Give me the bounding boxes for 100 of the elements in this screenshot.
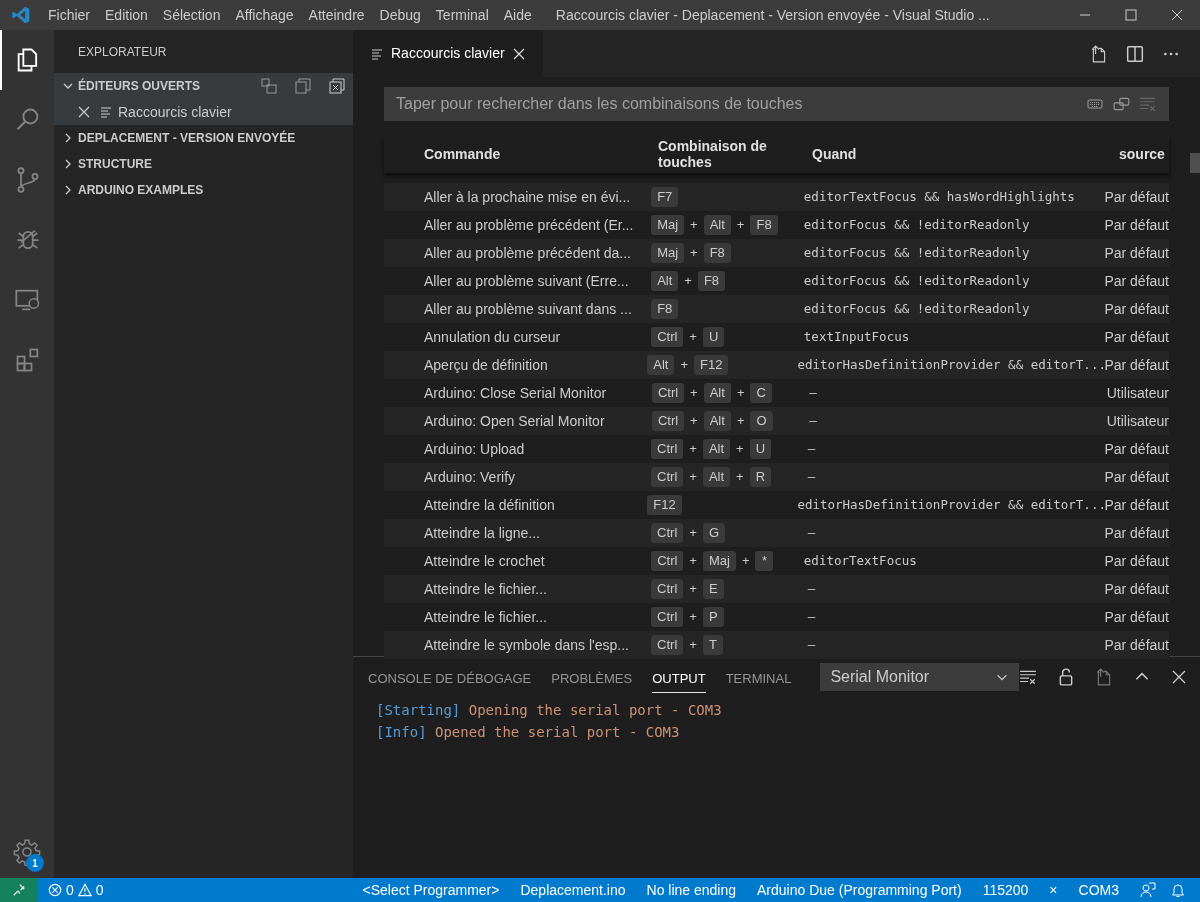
key-cap: Maj [702,551,736,571]
menu-item[interactable]: Aide [497,4,538,26]
source-cell-text: Par défaut [1104,607,1169,627]
remote-button[interactable] [0,878,38,902]
key-cap: F8 [703,243,731,263]
search-field[interactable]: Taper pour rechercher dans les combinaisons de touches [384,87,1169,121]
key-cap: Ctrl [651,467,684,487]
status-item[interactable]: <Select Programmer> [362,879,500,901]
when-cell-text: — [808,383,818,402]
source-cell-text: Par défaut [1104,299,1169,319]
when-cell-text: — [806,467,817,486]
status-item[interactable]: COM3 [1078,879,1119,901]
close-all-icon[interactable] [329,78,345,94]
panel-tab[interactable]: TERMINAL [725,665,792,693]
panel-tab[interactable]: OUTPUT [652,665,706,693]
new-group-icon[interactable] [261,78,277,94]
menu-item[interactable]: Atteindre [302,4,371,26]
app-logo-icon [11,5,31,25]
split-editor-icon[interactable] [1126,44,1144,63]
output-line: [Starting] Opening the serial port - COM3 [376,701,723,720]
key-cap: Ctrl [651,551,684,571]
key-cap: Ctrl [651,607,684,627]
menu-item[interactable]: Fichier [42,4,96,26]
command-cell-text: Atteindre le fichier... [423,579,548,599]
source-cell-text: Par défaut [1104,495,1169,515]
key-cap: Ctrl [651,635,684,655]
status-item[interactable]: Arduino Due (Programming Port) [757,879,962,901]
close-icon[interactable] [78,106,90,118]
menu-item[interactable]: Affichage [229,4,300,26]
plus-sign: + [689,608,697,627]
when-cell-text: — [806,523,817,542]
settings-icon[interactable] [13,838,41,866]
key-cap: F12 [694,355,729,375]
when-cell-text: — [806,579,817,598]
source-cell-text: Par défaut [1104,635,1169,655]
status-item[interactable]: Deplacement.ino [520,879,626,901]
source-cell-text: Utilisateur [1106,411,1169,431]
open-editor-item[interactable]: Raccourcis clavier [54,99,353,125]
plus-sign: + [689,524,697,543]
plus-sign: + [741,552,750,571]
keyboard-icon[interactable] [1087,96,1103,112]
column-header: Combinaison de touches [657,138,768,170]
column-header: Quand [812,144,858,164]
list-icon [100,106,112,118]
section-header[interactable]: DEPLACEMENT - VERSION ENVOYÉE [54,125,353,151]
menu-item[interactable]: Terminal [429,4,495,26]
key-cap: F7 [651,187,679,207]
panel-tab[interactable]: CONSOLE DE DÉBOGAGE [368,665,532,693]
scrollbar-thumb[interactable] [1190,153,1200,173]
source-cell-text: Utilisateur [1106,383,1169,403]
when-cell-text: — [806,635,817,654]
close-icon [1171,9,1183,21]
close-icon[interactable] [512,47,525,60]
feedback-icon[interactable] [1140,882,1156,898]
command-cell-text: Arduino: Upload [423,439,526,459]
open-file-icon[interactable] [1090,44,1108,63]
when-cell-text: — [806,607,817,626]
status-item[interactable]: 115200 [982,879,1029,901]
save-all-icon[interactable] [295,78,311,94]
bell-icon[interactable] [1170,882,1186,898]
key-cap: Ctrl [651,383,685,403]
key-cap: G [702,523,726,543]
section-header[interactable]: ARDUINO EXAMPLES [54,177,353,203]
notification-badge: 1 [26,854,44,872]
key-cap: O [750,411,773,431]
key-cap: F8 [750,215,778,235]
section-header[interactable]: STRUCTURE [54,151,353,177]
key-cap: T [702,635,723,655]
source-cell-text: Par défaut [1104,271,1169,291]
plus-sign: + [690,384,698,403]
clear-output-icon[interactable] [1019,668,1038,686]
command-cell-text: Aller à la prochaine mise en évi... [423,187,632,207]
panel-tab[interactable]: PROBLÈMES [551,665,633,693]
plus-sign: + [736,216,745,235]
menu-item[interactable]: Edition [99,4,154,26]
plus-sign: + [689,468,697,487]
command-cell-text: Atteindre le crochet [423,551,546,571]
plus-sign: + [689,580,697,599]
command-cell-text: Atteindre la définition [423,495,556,515]
source-cell-text: Par défaut [1104,355,1169,375]
source-cell-text: Par défaut [1104,187,1169,207]
source-cell-text: Par défaut [1104,579,1169,599]
output-line: [Info] Opened the serial port - COM3 [376,723,681,742]
editor-tab[interactable]: Raccourcis clavier [353,30,543,77]
key-cap: Maj [651,243,685,263]
menu-item[interactable]: Sélection [156,4,227,26]
section-header[interactable]: ÉDITEURS OUVERTS [54,73,353,99]
command-cell-text: Aller au problème précédent (Er... [423,215,635,235]
sort-icon[interactable] [1113,95,1131,113]
key-cap: P [702,607,724,627]
plus-sign: + [736,440,744,459]
plus-sign: + [680,356,689,375]
problems-button[interactable]: 0 0 [48,879,104,901]
status-item[interactable]: × [1049,879,1058,901]
channel-dropdown[interactable]: Serial Monitor [820,663,1020,691]
window-title: Raccourcis clavier - Deplacement - Version envoyée - Visual Studio ... [555,5,990,25]
close-icon[interactable] [1171,669,1188,685]
key-cap: Alt [703,383,731,403]
status-item[interactable]: No line ending [646,879,737,901]
menu-item[interactable]: Debug [373,4,427,26]
